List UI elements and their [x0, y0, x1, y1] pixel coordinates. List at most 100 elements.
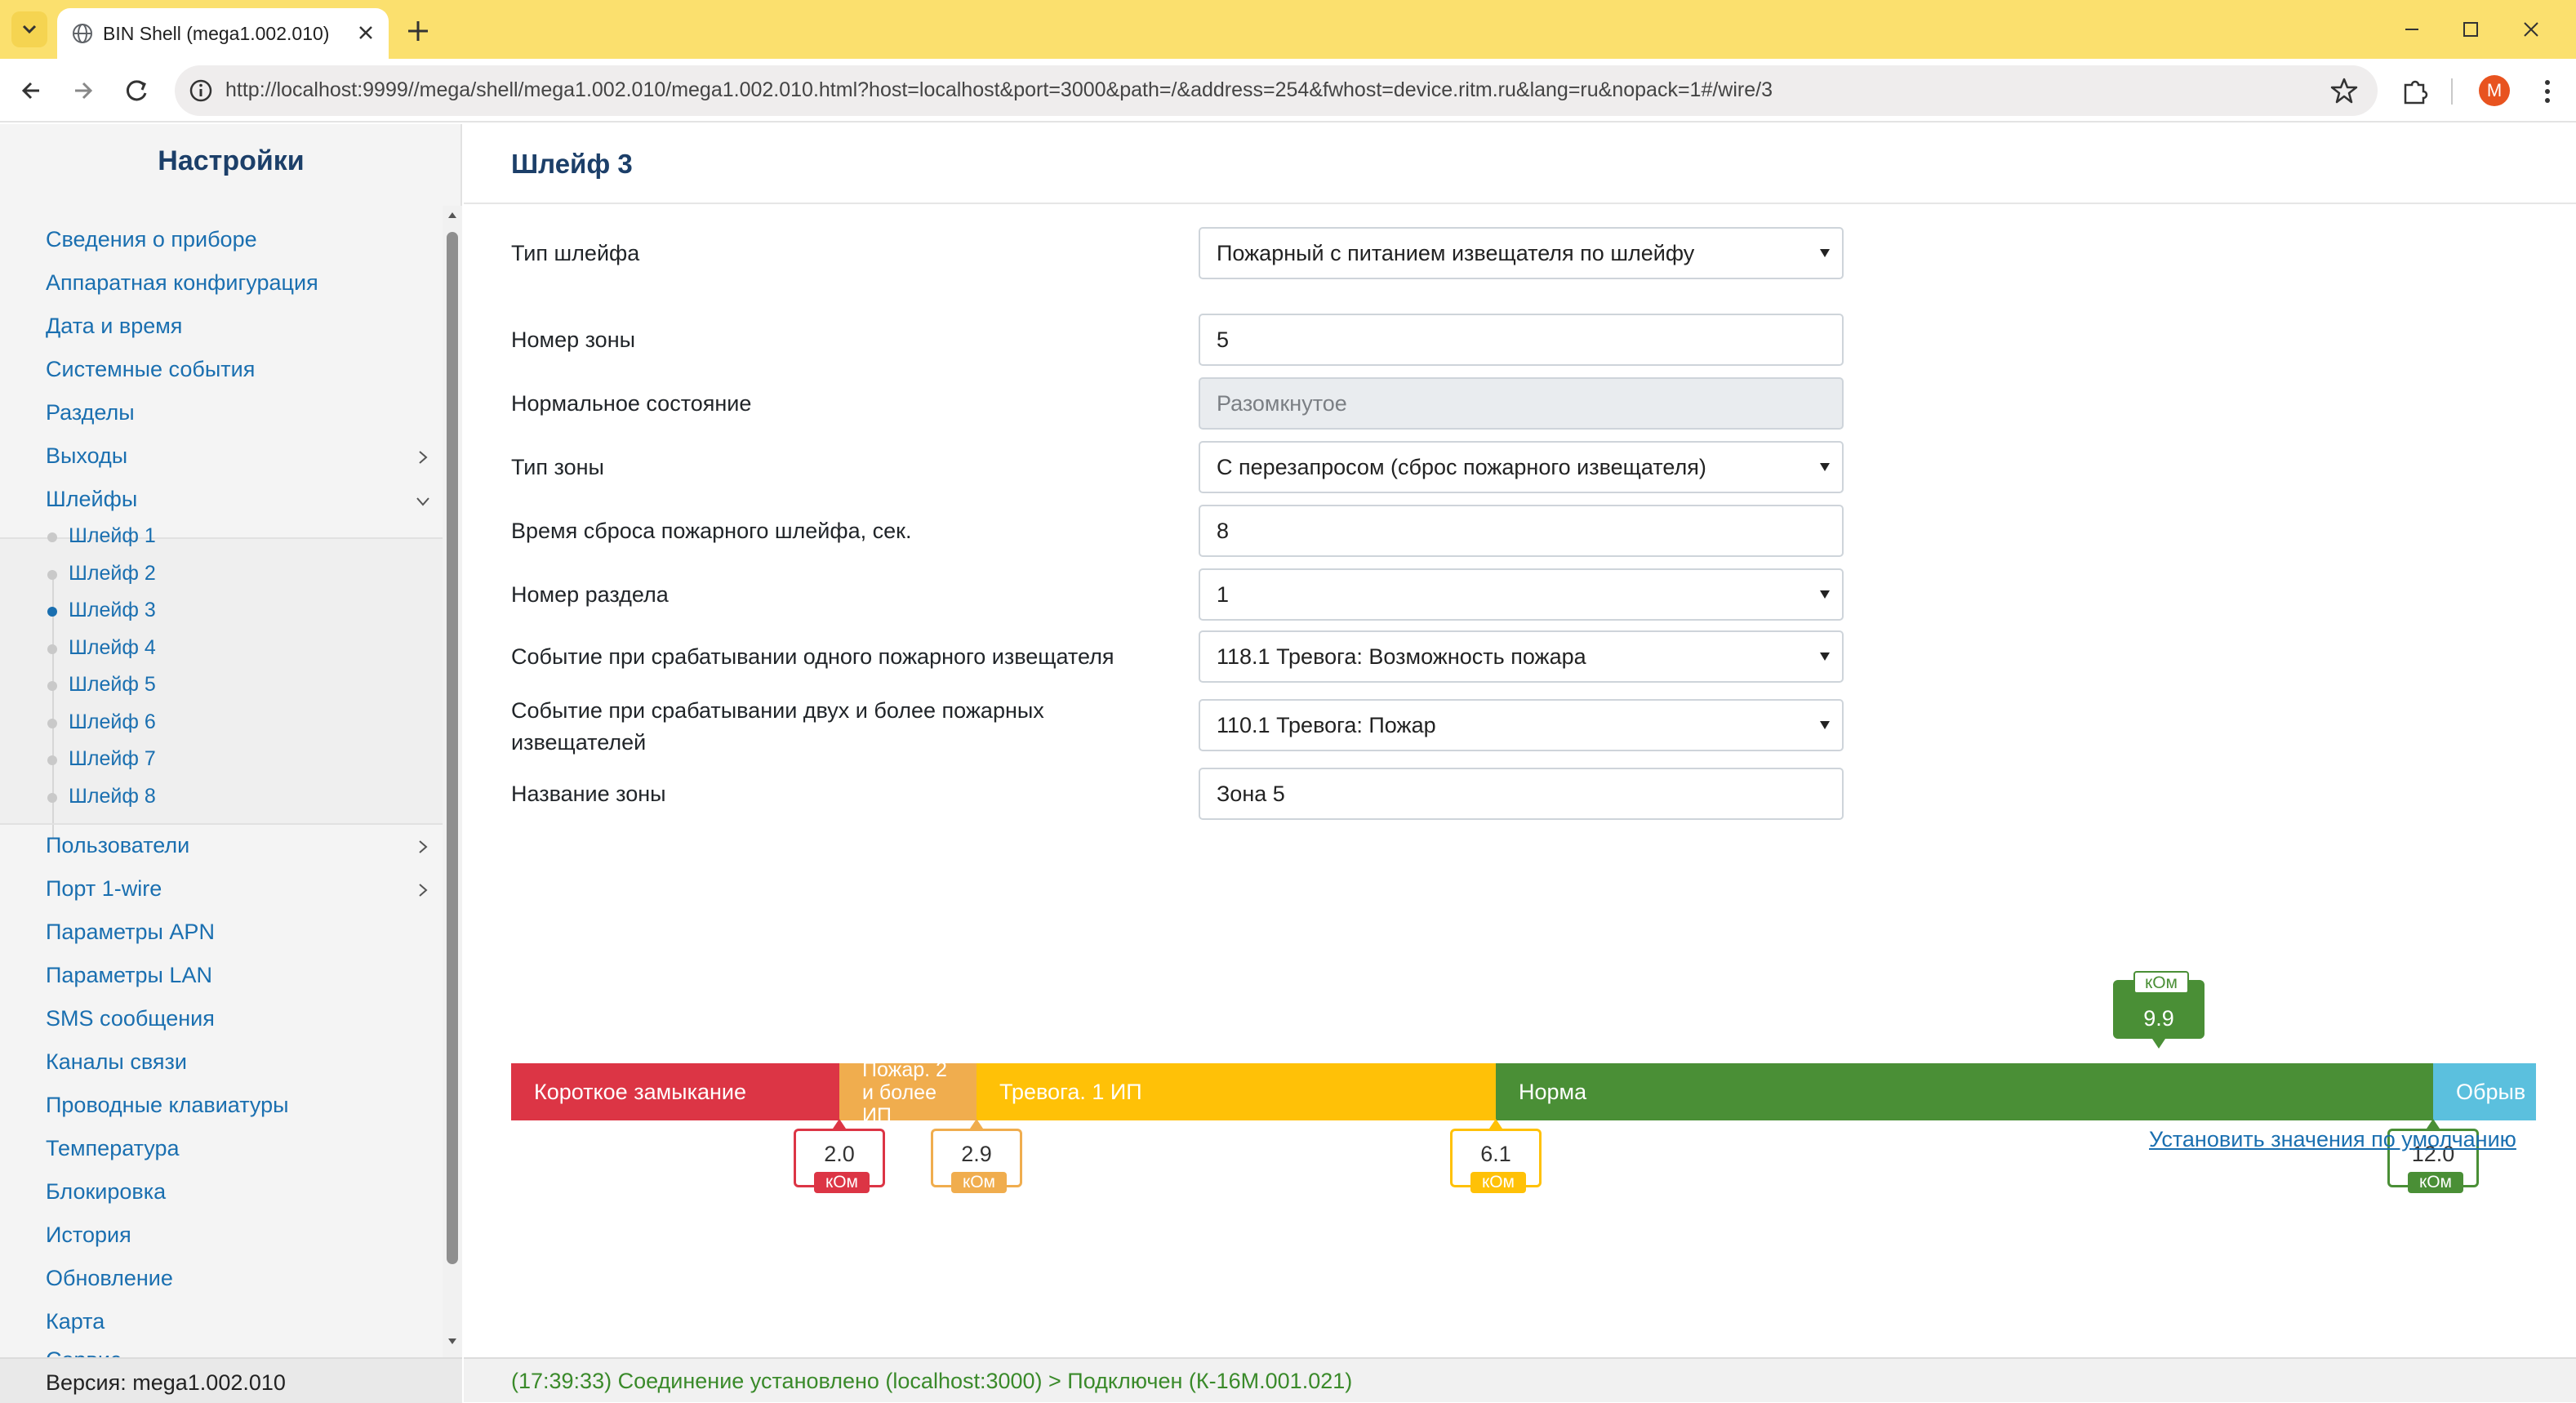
- sidebar-item-partitions[interactable]: Разделы: [46, 400, 135, 425]
- partition-number-select[interactable]: 1: [1199, 568, 1844, 621]
- wire-type-select[interactable]: Пожарный с питанием извещателя по шлейфу: [1199, 227, 1844, 279]
- sidebar-item-system-events[interactable]: Системные события: [46, 357, 255, 382]
- normal-state-input: Разомкнутое: [1199, 377, 1844, 430]
- sidebar-item-keypads[interactable]: Проводные клавиатуры: [46, 1093, 289, 1118]
- chevron-right-icon[interactable]: [413, 448, 433, 467]
- sidebar-item-outputs[interactable]: Выходы: [46, 443, 127, 469]
- group-divider: [0, 537, 443, 539]
- address-bar[interactable]: http://localhost:9999//mega/shell/mega1.…: [175, 65, 2378, 116]
- tab-title: BIN Shell (mega1.002.010): [103, 23, 330, 44]
- zone-name-label: Название зоны: [511, 782, 666, 806]
- normal-state-placeholder: Разомкнутое: [1217, 391, 1347, 416]
- sidebar-item-1wire-port[interactable]: Порт 1-wire: [46, 876, 162, 902]
- reload-icon[interactable]: [119, 73, 153, 108]
- sidebar-subitem-wire-4[interactable]: Шлейф 4: [69, 636, 156, 660]
- submenu-dot: [47, 681, 57, 691]
- sidebar-subitem-wire-7[interactable]: Шлейф 7: [69, 747, 156, 771]
- zone-name-value: Зона 5: [1217, 782, 1285, 806]
- sidebar-item-device-info[interactable]: Сведения о приборе: [46, 227, 257, 252]
- sidebar-item-hardware-config[interactable]: Аппаратная конфигурация: [46, 270, 318, 296]
- sidebar-item-lan[interactable]: Параметры LAN: [46, 963, 212, 988]
- window-maximize-icon[interactable]: [2446, 11, 2495, 47]
- reset-time-label: Время сброса пожарного шлейфа, сек.: [511, 519, 912, 543]
- submenu-dot: [47, 644, 57, 654]
- sidebar-item-apn[interactable]: Параметры APN: [46, 920, 215, 945]
- close-icon[interactable]: [354, 21, 377, 44]
- sidebar-item-update[interactable]: Обновление: [46, 1266, 173, 1291]
- sidebar-subitem-wire-8[interactable]: Шлейф 8: [69, 785, 156, 808]
- threshold-box[interactable]: 6.1 кОм: [1450, 1129, 1542, 1193]
- sidebar-subitem-wire-1[interactable]: Шлейф 1: [69, 524, 156, 548]
- event-two-label-line1: Событие при срабатывании двух и более по…: [511, 698, 1044, 723]
- browser-tab[interactable]: BIN Shell (mega1.002.010): [57, 8, 389, 59]
- extensions-puzzle-icon[interactable]: [2399, 75, 2431, 108]
- scale-segment-fire-2-line2: и более: [862, 1081, 937, 1104]
- forward-arrow-icon[interactable]: [65, 73, 100, 108]
- event-one-value: 118.1 Тревога: Возможность пожара: [1217, 644, 1586, 669]
- sidebar-item-sms[interactable]: SMS сообщения: [46, 1006, 215, 1031]
- chevron-right-icon[interactable]: [413, 837, 433, 857]
- threshold-unit: кОм: [814, 1172, 870, 1193]
- window-minimize-icon[interactable]: [2387, 11, 2436, 47]
- sidebar-subitem-wire-6[interactable]: Шлейф 6: [69, 710, 156, 734]
- threshold-arrow: [970, 1119, 983, 1129]
- sidebar-item-temperature[interactable]: Температура: [46, 1136, 180, 1161]
- normal-state-label: Нормальное состояние: [511, 391, 752, 416]
- event-two-select[interactable]: 110.1 Тревога: Пожар: [1199, 699, 1844, 751]
- threshold-box[interactable]: 2.9 кОм: [931, 1129, 1022, 1193]
- zone-type-select[interactable]: С перезапросом (сброс пожарного извещате…: [1199, 441, 1844, 493]
- wires-group: [0, 539, 443, 838]
- reset-time-input[interactable]: 8: [1199, 505, 1844, 557]
- window-close-icon[interactable]: [2507, 11, 2556, 47]
- current-value-unit: кОм: [2133, 971, 2189, 994]
- url-text[interactable]: http://localhost:9999//mega/shell/mega1.…: [225, 78, 1773, 102]
- sidebar-subitem-wire-2[interactable]: Шлейф 2: [69, 562, 156, 586]
- wire-type-label: Тип шлейфа: [511, 241, 640, 265]
- profile-avatar[interactable]: M: [2479, 75, 2510, 106]
- submenu-dot: [47, 755, 57, 765]
- scale-segment-break: Обрыв: [2433, 1063, 2536, 1120]
- settings-sidebar: Настройки Сведения о приборе Аппаратная …: [0, 124, 462, 1403]
- chevron-down-icon[interactable]: [413, 492, 433, 511]
- threshold-marker-6-1[interactable]: 6.1 кОм: [1450, 1119, 1542, 1196]
- threshold-arrow: [1489, 1119, 1502, 1129]
- new-tab-plus-icon[interactable]: [402, 15, 434, 47]
- star-icon[interactable]: [2329, 75, 2360, 106]
- sidebar-item-date-time[interactable]: Дата и время: [46, 314, 182, 339]
- sidebar-item-channels[interactable]: Каналы связи: [46, 1049, 187, 1075]
- caret-down-icon: [1820, 463, 1830, 471]
- submenu-dot: [47, 570, 57, 580]
- back-arrow-icon[interactable]: [15, 73, 49, 108]
- reset-defaults-link[interactable]: Установить значения по умолчанию: [2149, 1127, 2516, 1152]
- scale-segment-fire-2: Пожар. 2 и более ИП: [839, 1063, 977, 1120]
- submenu-dot: [47, 532, 57, 542]
- threshold-unit: кОм: [1470, 1172, 1526, 1193]
- tab-search-button[interactable]: [11, 11, 47, 47]
- zone-name-input[interactable]: Зона 5: [1199, 768, 1844, 820]
- resistance-scale: Короткое замыкание Пожар. 2 и более ИП Т…: [511, 941, 2536, 1218]
- more-vertical-icon[interactable]: [2533, 75, 2562, 108]
- scroll-up-icon[interactable]: [447, 211, 457, 219]
- event-one-select[interactable]: 118.1 Тревога: Возможность пожара: [1199, 630, 1844, 683]
- partition-number-value: 1: [1217, 582, 1230, 607]
- threshold-box[interactable]: 2.0 кОм: [794, 1129, 885, 1193]
- chevron-right-icon[interactable]: [413, 880, 433, 900]
- threshold-marker-2-9[interactable]: 2.9 кОм: [931, 1119, 1022, 1196]
- threshold-marker-2-0[interactable]: 2.0 кОм: [794, 1119, 885, 1196]
- caret-down-icon: [1820, 653, 1830, 661]
- sidebar-subitem-wire-5[interactable]: Шлейф 5: [69, 673, 156, 697]
- site-info-icon[interactable]: [185, 74, 217, 107]
- current-value-box: кОм 9.9: [2113, 971, 2205, 1039]
- sidebar-item-wires[interactable]: Шлейфы: [46, 487, 137, 512]
- sidebar-item-users[interactable]: Пользователи: [46, 833, 189, 858]
- sidebar-subitem-wire-3[interactable]: Шлейф 3: [69, 599, 156, 622]
- sidebar-item-lock[interactable]: Блокировка: [46, 1179, 166, 1205]
- sidebar-item-history[interactable]: История: [46, 1223, 131, 1248]
- sidebar-item-map[interactable]: Карта: [46, 1309, 105, 1334]
- browser-tab-strip: BIN Shell (mega1.002.010): [0, 0, 2576, 59]
- sidebar-scrollbar[interactable]: [443, 206, 462, 1357]
- sidebar-item-service[interactable]: Сервис: [46, 1347, 121, 1357]
- zone-number-input[interactable]: 5: [1199, 314, 1844, 366]
- scroll-down-icon[interactable]: [447, 1338, 457, 1346]
- scrollbar-thumb[interactable]: [447, 232, 458, 1264]
